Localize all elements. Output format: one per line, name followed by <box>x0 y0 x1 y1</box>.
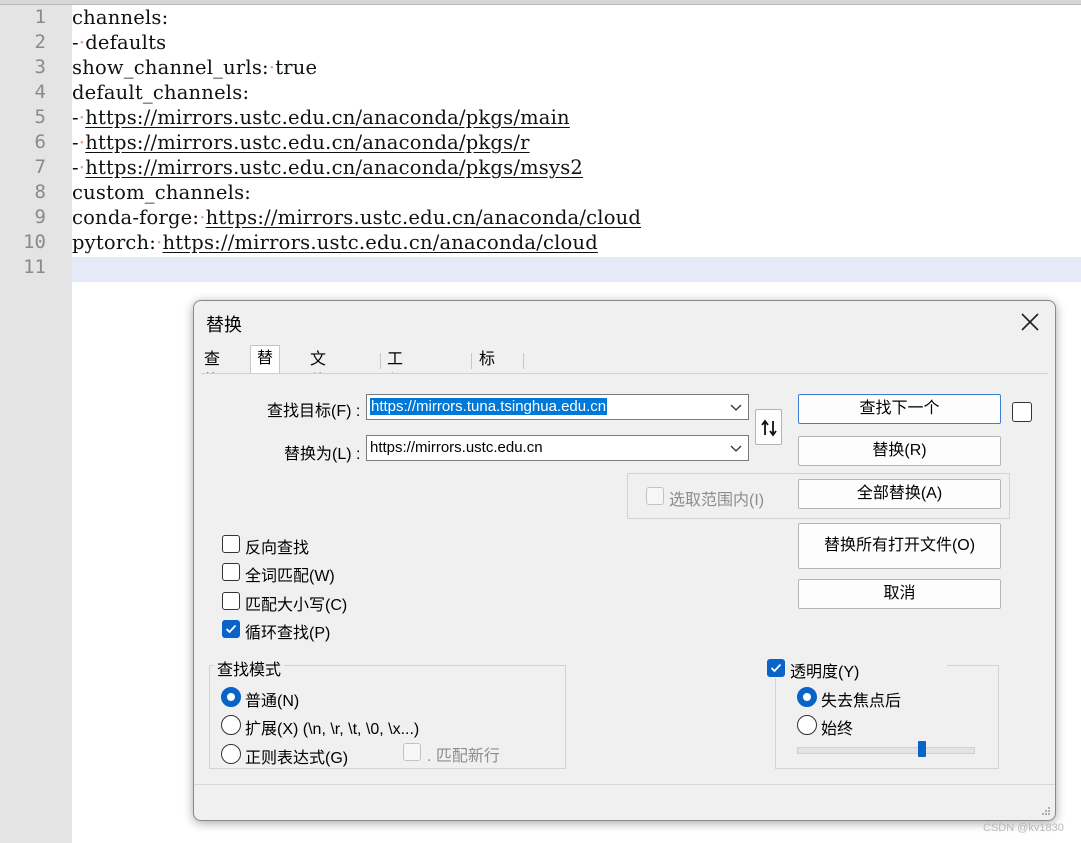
checkmark-icon <box>770 663 782 673</box>
url-link[interactable]: https://mirrors.ustc.edu.cn/anaconda/pkg… <box>85 131 529 154</box>
replace-dialog: 替换 查找 替换 文件查找 工程中查找 标记 查找目标(F) : https:/… <box>193 300 1056 821</box>
find-input[interactable]: https://mirrors.tuna.tsinghua.edu.cn <box>366 394 749 420</box>
code-token: defaults <box>85 31 167 54</box>
code-line[interactable]: channels: <box>72 5 168 30</box>
dialog-status-bar <box>194 784 1055 785</box>
mode-regex-label: 正则表达式(G) <box>245 750 349 767</box>
code-token: default_channels: <box>72 81 250 104</box>
code-token: custom_channels: <box>72 181 252 204</box>
replace-label: 替换为(L) : <box>284 446 361 463</box>
transparency-label: 透明度(Y) <box>790 664 860 681</box>
line-number: 3 <box>34 56 46 78</box>
whole-word-checkbox[interactable] <box>222 563 240 581</box>
code-token: - <box>72 106 79 129</box>
transparency-checkbox[interactable] <box>767 659 785 677</box>
search-mode-title: 查找模式 <box>214 656 285 680</box>
swap-arrows-icon <box>760 419 777 437</box>
code-line[interactable]: show_channel_urls:·true <box>72 55 317 80</box>
code-token: - <box>72 131 79 154</box>
resize-grip-icon[interactable] <box>1041 806 1051 816</box>
replace-input-value: https://mirrors.ustc.edu.cn <box>370 439 543 456</box>
code-line[interactable]: -·https://mirrors.ustc.edu.cn/anaconda/p… <box>72 130 530 155</box>
code-line[interactable]: -·https://mirrors.ustc.edu.cn/anaconda/p… <box>72 155 583 180</box>
url-link[interactable]: https://mirrors.ustc.edu.cn/anaconda/clo… <box>162 231 597 254</box>
watermark: CSDN @kv1830 <box>983 822 1064 834</box>
checkmark-icon <box>225 624 237 634</box>
line-number: 7 <box>34 156 46 178</box>
code-line[interactable]: -·defaults <box>72 30 166 55</box>
tab-replace[interactable]: 替换 <box>250 345 281 393</box>
code-token: - <box>72 31 79 54</box>
code-line[interactable]: conda-forge:·https://mirrors.ustc.edu.cn… <box>72 205 641 230</box>
replace-all-button[interactable]: 全部替换(A) <box>798 479 1001 509</box>
line-number: 8 <box>34 181 46 203</box>
dialog-title: 替换 <box>206 315 242 335</box>
whole-word-label: 全词匹配(W) <box>245 568 335 585</box>
dot-newline-checkbox[interactable] <box>403 743 421 761</box>
code-line[interactable]: default_channels: <box>72 80 249 105</box>
tab-separator <box>471 353 472 369</box>
tab-find-in-project[interactable]: 工程中查找 <box>381 349 409 456</box>
current-line-highlight <box>72 257 1081 282</box>
transparency-on-lose-focus-radio[interactable] <box>797 687 817 707</box>
find-input-value: https://mirrors.tuna.tsinghua.edu.cn <box>370 398 608 415</box>
chevron-down-icon[interactable] <box>730 442 742 454</box>
mode-extended-label: 扩展(X) (\n, \r, \t, \0, \x...) <box>245 721 420 738</box>
code-token: - <box>72 156 79 179</box>
transparency-on-lose-focus-label: 失去焦点后 <box>821 693 902 710</box>
tab-mark[interactable]: 标记 <box>473 349 501 390</box>
close-icon[interactable] <box>1018 310 1042 334</box>
in-selection-label: 选取范围内(I) <box>669 492 765 509</box>
line-number: 11 <box>23 256 46 278</box>
line-number: 1 <box>34 6 46 28</box>
code-token: conda-forge: <box>72 206 200 229</box>
backward-checkbox[interactable] <box>222 535 240 553</box>
tab-separator <box>523 353 524 369</box>
mode-normal-radio[interactable] <box>221 687 241 707</box>
tab-find[interactable]: 查找 <box>198 349 226 390</box>
chevron-down-icon[interactable] <box>730 401 742 413</box>
find-next-button[interactable]: 查找下一个 <box>798 394 1001 424</box>
wrap-around-label: 循环查找(P) <box>245 625 331 642</box>
line-number: 4 <box>34 81 46 103</box>
mode-regex-radio[interactable] <box>221 744 241 764</box>
wrap-around-checkbox[interactable] <box>222 620 240 638</box>
backward-label: 反向查找 <box>245 540 310 557</box>
code-line[interactable]: pytorch:·https://mirrors.ustc.edu.cn/ana… <box>72 230 598 255</box>
code-token: true <box>275 56 318 79</box>
code-line[interactable]: custom_channels: <box>72 180 251 205</box>
match-case-checkbox[interactable] <box>222 592 240 610</box>
line-number: 10 <box>23 231 46 253</box>
mode-normal-label: 普通(N) <box>245 693 300 710</box>
transparency-always-label: 始终 <box>821 721 854 738</box>
replace-all-open-files-button[interactable]: 替换所有打开文件(O) <box>798 523 1001 569</box>
transparency-always-radio[interactable] <box>797 715 817 735</box>
dialog-extra-checkbox[interactable] <box>1012 402 1032 422</box>
line-number: 5 <box>34 106 46 128</box>
code-line[interactable]: -·https://mirrors.ustc.edu.cn/anaconda/p… <box>72 105 570 130</box>
line-number: 6 <box>34 131 46 153</box>
url-link[interactable]: https://mirrors.ustc.edu.cn/anaconda/clo… <box>206 206 641 229</box>
line-number: 2 <box>34 31 46 53</box>
url-link[interactable]: https://mirrors.ustc.edu.cn/anaconda/pkg… <box>85 156 583 179</box>
transparency-slider-track[interactable] <box>797 747 975 754</box>
swap-button[interactable] <box>755 409 782 445</box>
transparency-slider-thumb[interactable] <box>917 741 926 757</box>
find-label: 查找目标(F) : <box>267 403 361 420</box>
tab-find-in-files[interactable]: 文件查找 <box>304 349 332 434</box>
code-token: pytorch: <box>72 231 157 254</box>
mode-extended-radio[interactable] <box>221 715 241 735</box>
url-link[interactable]: https://mirrors.ustc.edu.cn/anaconda/pkg… <box>85 106 570 129</box>
match-case-label: 匹配大小写(C) <box>245 597 348 614</box>
replace-panel: 查找目标(F) : https://mirrors.tuna.tsinghua.… <box>201 373 1048 774</box>
cancel-button[interactable]: 取消 <box>798 579 1001 609</box>
dot-newline-label: . 匹配新行 <box>427 748 500 765</box>
replace-input[interactable]: https://mirrors.ustc.edu.cn <box>366 435 749 461</box>
in-selection-checkbox[interactable] <box>646 487 664 505</box>
code-token: channels: <box>72 6 169 29</box>
line-number: 9 <box>34 206 46 228</box>
replace-button[interactable]: 替换(R) <box>798 436 1001 466</box>
code-token: show_channel_urls: <box>72 56 269 79</box>
